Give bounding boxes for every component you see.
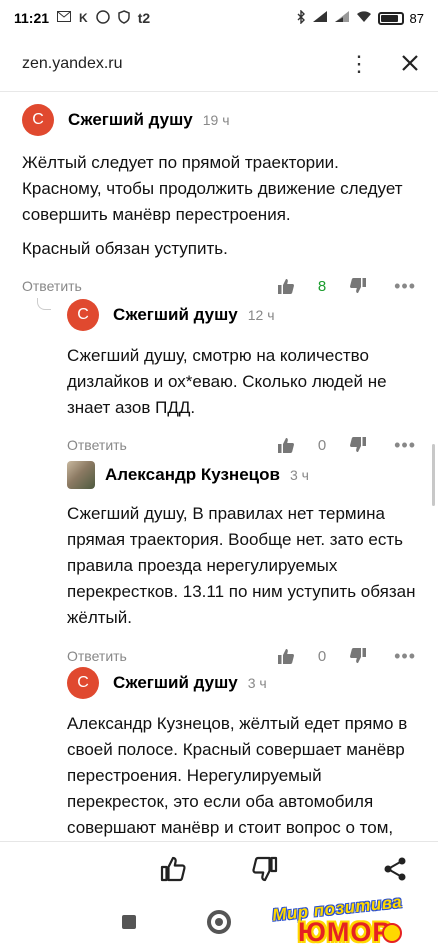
status-bar: 11:21 K t2 87 [0,0,438,36]
comment: С Сжегший душу 12 ч Сжегший душу, смотрю… [0,293,438,461]
bottom-action-bar [0,841,438,895]
comment-time: 3 ч [247,675,267,691]
home-icon[interactable] [207,910,231,934]
avatar[interactable]: С [22,104,54,136]
status-time: 11:21 [14,10,50,26]
close-icon[interactable] [400,51,420,77]
likes-count: 0 [317,436,327,454]
more-vertical-icon[interactable]: ⋮ [348,52,370,75]
share-icon[interactable] [378,852,412,886]
avatar[interactable]: С [67,667,99,699]
avatar[interactable] [67,461,95,489]
url-display[interactable]: zen.yandex.ru [22,55,123,73]
comment-author[interactable]: Сжегший душу [113,305,238,325]
comment-paragraph: Сжегший душу, В правилах нет термина пря… [67,504,416,627]
vk-icon: K [79,11,88,25]
like-article-icon[interactable] [156,852,190,886]
watermark-logo: Мир позитива ЮМОР [268,892,436,949]
wifi-icon [356,10,372,26]
t2-icon: t2 [137,10,151,26]
smiley-icon [382,923,402,943]
browser-toolbar: zen.yandex.ru ⋮ [0,36,438,92]
comment: С Сжегший душу 3 ч Александр Кузнецов, ж… [0,661,438,841]
shield-icon [117,9,130,27]
comment-author[interactable]: Александр Кузнецов [105,465,280,485]
comment-text: Александр Кузнецов, жёлтый едет прямо в … [0,705,438,841]
bluetooth-icon [296,8,306,27]
comment-paragraph: Александр Кузнецов, жёлтый едет прямо в … [67,714,408,837]
reply-button[interactable]: Ответить [67,437,276,453]
comment-text: Сжегший душу, смотрю на количество дизла… [0,337,438,421]
comments-feed[interactable]: С Сжегший душу 19 ч Жёлтый следует по пр… [0,93,438,841]
watermark-bottom-text: ЮМОР [298,917,392,947]
reply-button[interactable]: Ответить [22,278,276,294]
comment-author[interactable]: Сжегший душу [113,673,238,693]
comment-time: 3 ч [289,467,309,483]
viber-icon [95,9,110,27]
mail-icon [57,11,72,25]
comment-paragraph: Жёлтый следует по прямой траектории. Кра… [22,153,403,224]
dislike-icon[interactable] [348,436,368,454]
scrollbar[interactable] [432,444,435,506]
dislike-article-icon[interactable] [248,852,282,886]
comment-author[interactable]: Сжегший душу [68,110,193,130]
like-icon[interactable] [276,436,296,454]
comment-time: 19 ч [202,112,230,128]
avatar[interactable]: С [67,299,99,331]
comment-text: Сжегший душу, В правилах нет термина пря… [0,497,438,631]
comment: С Сжегший душу 19 ч Жёлтый следует по пр… [0,98,438,302]
battery-icon [377,11,404,25]
signal-icon [312,10,328,26]
comment-paragraph: Красный обязан уступить. [22,239,228,258]
battery-level: 87 [409,10,424,26]
signal-icon [334,10,350,26]
comment: Александр Кузнецов 3 ч Сжегший душу, В п… [0,453,438,671]
recents-icon[interactable] [122,915,136,929]
comment-text: Жёлтый следует по прямой траектории. Кра… [0,142,438,262]
comment-paragraph: Сжегший душу, смотрю на количество дизла… [67,346,387,417]
comment-time: 12 ч [247,307,275,323]
likes-count: 8 [317,277,327,295]
